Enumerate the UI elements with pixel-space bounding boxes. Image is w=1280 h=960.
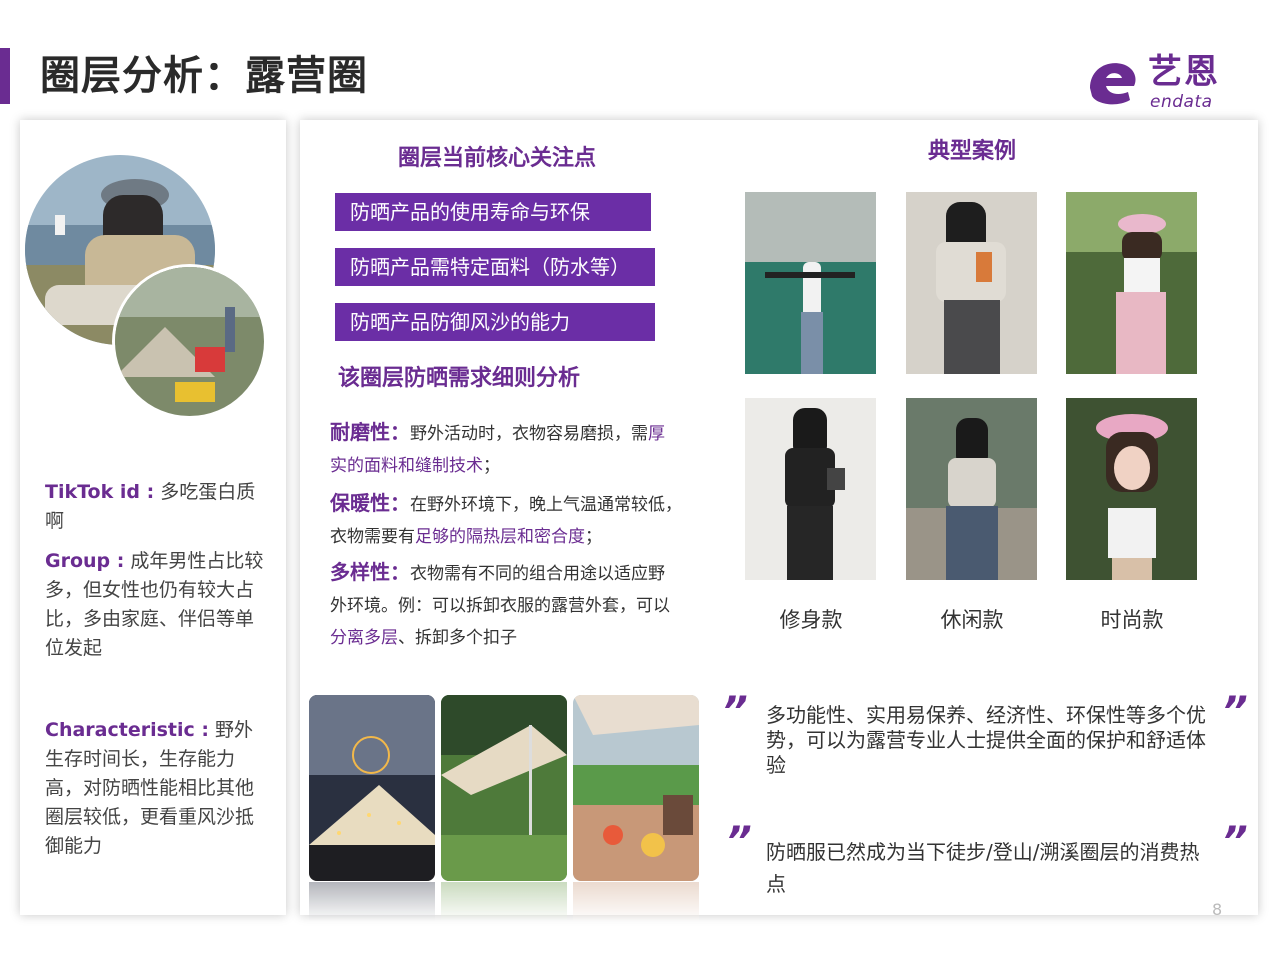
warm-highlight: 足够的隔热层和密合度 — [415, 527, 585, 547]
focus-item: 防晒产品防御风沙的能力 — [335, 303, 655, 341]
camp-photo-reflection — [441, 882, 567, 922]
camp-photo-picnic — [573, 695, 699, 881]
analysis-multi-line-2: 外环境。例：可以拆卸衣服的露营外套，可以 — [330, 591, 670, 621]
quote-text-2: 防晒服已然成为当下徒步/登山/溯溪圈层的消费热点 — [766, 840, 1200, 896]
profile-characteristic: Characteristic : 野外生存时间长，生存能力高，对防晒性能相比其他… — [45, 716, 270, 861]
camp-photo-reflection — [309, 882, 435, 922]
camp-photo-tarp — [441, 695, 567, 881]
analysis-warm-line-1: 保暖性：在野外环境下，晚上气温通常较低， — [330, 488, 682, 520]
multi-text-1: 衣物需有不同的组合用途以适应野 — [410, 564, 665, 584]
focus-item: 防晒产品的使用寿命与环保 — [335, 193, 651, 231]
page-title: 圈层分析：露营圈 — [40, 53, 368, 99]
logo-en-text: endata — [1150, 92, 1213, 112]
analysis-wear-line-2: 实的面料和缝制技术； — [330, 451, 500, 481]
quote-mark-open-1: ” — [722, 689, 748, 735]
multi-highlight: 分离多层 — [330, 628, 398, 648]
title-accent-bar — [0, 48, 10, 104]
case-label-fashion: 时尚款 — [1100, 608, 1164, 632]
warm-head: 保暖性： — [330, 491, 410, 515]
group-label: Group : — [45, 550, 125, 572]
analysis-title: 该圈层防晒需求细则分析 — [338, 366, 581, 391]
multi-head: 多样性： — [330, 560, 410, 584]
profile-photo-camp — [112, 264, 267, 419]
profile-group: Group : 成年男性占比较多，但女性也仍有较大占比，多由家庭、伴侣等单位发起 — [45, 547, 270, 663]
analysis-multi-line-3: 分离多层、拆卸多个扣子 — [330, 623, 517, 653]
focus-item: 防晒产品需特定面料（防水等） — [335, 248, 655, 286]
endata-logo: 艺恩 endata — [1082, 52, 1242, 114]
camp-photo-fireworks — [309, 695, 435, 881]
warm-text-1: 在野外环境下，晚上气温通常较低， — [410, 495, 682, 515]
case-photo-slim — [745, 398, 876, 580]
case-photo-forest-1 — [1066, 192, 1197, 374]
case-photo-casual-1 — [906, 192, 1037, 374]
logo-cn-text: 艺恩 — [1148, 52, 1220, 92]
case-photo-fashion — [1066, 398, 1197, 580]
characteristic-label: Characteristic : — [45, 719, 209, 741]
analysis-multi-line-1: 多样性：衣物需有不同的组合用途以适应野 — [330, 557, 665, 589]
multi-text-3: 、拆卸多个扣子 — [398, 628, 517, 648]
analysis-warm-line-2: 衣物需要有足够的隔热层和密合度； — [330, 522, 602, 552]
wear-text-1: 野外活动时，衣物容易磨损，需 — [410, 424, 648, 444]
quote-mark-open-2: ” — [726, 819, 752, 865]
quote-mark-close-1: ” — [1222, 689, 1248, 735]
quote-mark-close-2: ” — [1222, 819, 1248, 865]
page-number: 8 — [1212, 900, 1223, 919]
case-photo-lake — [745, 192, 876, 374]
multi-text-2: 外环境。例：可以拆卸衣服的露营外套，可以 — [330, 596, 670, 616]
warm-text-2: 衣物需要有 — [330, 527, 415, 547]
warm-text-3: ； — [585, 527, 602, 547]
case-label-casual: 休闲款 — [940, 608, 1004, 632]
quote-text-1: 多功能性、实用易保养、经济性、环保性等多个优势，可以为露营专业人士提供全面的保护… — [766, 703, 1206, 777]
endata-logo-icon — [1090, 63, 1136, 105]
wear-highlight-2: 实的面料和缝制技术 — [330, 456, 483, 476]
camp-photo-reflection — [573, 882, 699, 922]
wear-head: 耐磨性： — [330, 420, 410, 444]
case-photo-casual-2 — [906, 398, 1037, 580]
focus-title: 圈层当前核心关注点 — [398, 146, 597, 171]
cases-title: 典型案例 — [928, 139, 1017, 164]
profile-tiktok-id: TikTok id : 多吃蛋白质啊 — [45, 478, 270, 536]
case-label-slim: 修身款 — [779, 608, 843, 632]
tiktok-id-label: TikTok id : — [45, 481, 155, 503]
analysis-wear-line-1: 耐磨性：野外活动时，衣物容易磨损，需厚 — [330, 417, 665, 449]
wear-highlight-1: 厚 — [648, 424, 665, 444]
wear-text-2: ； — [483, 456, 500, 476]
